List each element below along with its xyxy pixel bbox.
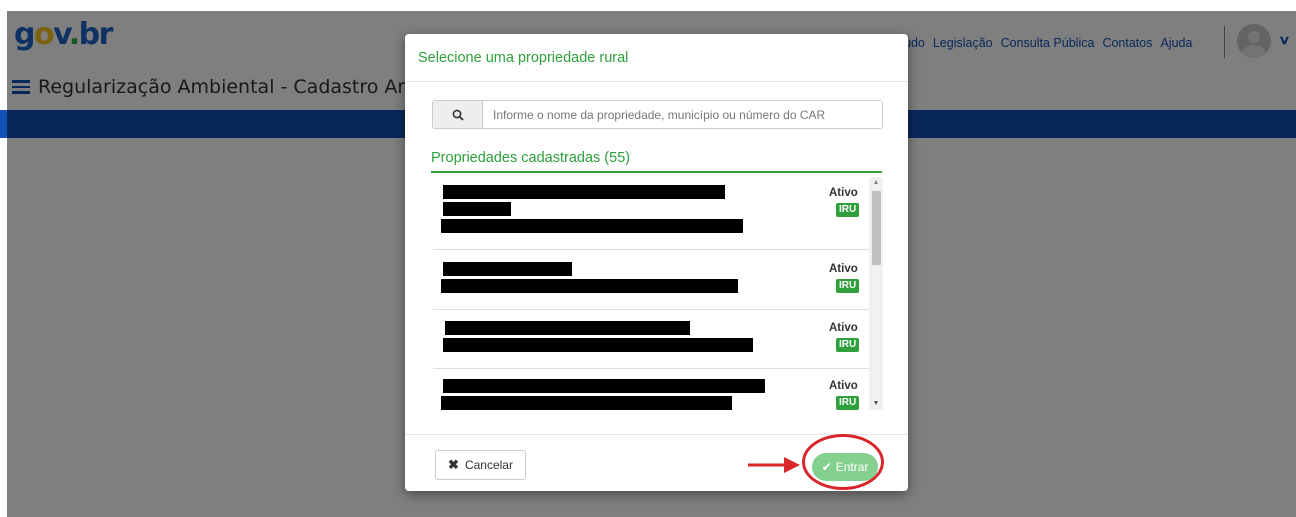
status-label: Ativo — [829, 187, 858, 199]
annotation-arrow-icon — [748, 457, 800, 473]
scroll-up-icon[interactable]: ▲ — [869, 177, 883, 189]
list-item[interactable]: Ativo IRU — [433, 310, 869, 369]
property-list[interactable]: Ativo IRU Ativo IRU Ativo IRU Ativo IRU … — [431, 175, 883, 412]
status-badge: IRU — [836, 396, 860, 410]
redacted-text — [445, 321, 690, 335]
status-label: Ativo — [829, 263, 858, 275]
list-item[interactable]: Ativo IRU — [433, 250, 869, 310]
redacted-text — [443, 338, 753, 352]
status-label: Ativo — [829, 380, 858, 392]
list-item[interactable]: Ativo IRU — [433, 369, 869, 412]
list-item[interactable]: Ativo IRU — [433, 175, 869, 250]
status-badge: IRU — [836, 203, 860, 217]
scroll-down-icon[interactable]: ▼ — [869, 398, 883, 410]
annotation-highlight-circle — [802, 434, 884, 490]
cancel-label: Cancelar — [464, 458, 513, 472]
search-icon — [433, 101, 483, 128]
heading-divider — [431, 171, 882, 173]
list-scrollbar[interactable]: ▲ ▼ — [869, 177, 883, 410]
properties-heading: Propriedades cadastradas (55) — [431, 150, 631, 166]
cancel-button[interactable]: ✖ Cancelar — [435, 450, 526, 480]
redacted-text — [441, 279, 738, 293]
search-input[interactable] — [483, 101, 882, 128]
redacted-text — [443, 379, 765, 393]
status-badge: IRU — [836, 338, 860, 352]
redacted-text — [441, 396, 732, 410]
select-property-modal: Selecione uma propriedade rural Propried… — [405, 34, 908, 491]
redacted-text — [443, 262, 572, 276]
redacted-text — [441, 219, 743, 233]
close-icon: ✖ — [448, 457, 459, 472]
status-label: Ativo — [829, 322, 858, 334]
redacted-text — [443, 202, 511, 216]
status-badge: IRU — [836, 279, 860, 293]
scroll-thumb[interactable] — [872, 191, 881, 265]
redacted-text — [443, 185, 725, 199]
modal-header: Selecione uma propriedade rural — [405, 34, 908, 82]
search-group — [432, 100, 883, 129]
modal-title: Selecione uma propriedade rural — [418, 50, 629, 66]
